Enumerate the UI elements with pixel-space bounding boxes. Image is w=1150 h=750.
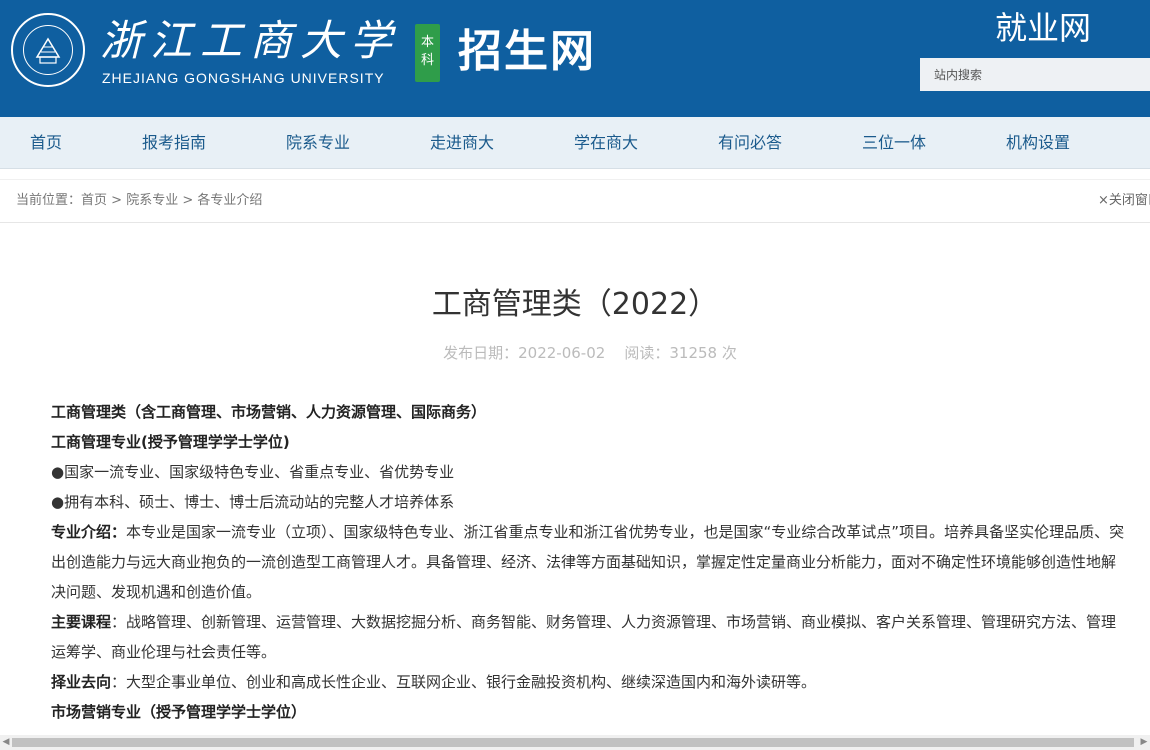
article-title: 工商管理类（2022） <box>431 287 719 322</box>
nav-item-study[interactable]: 学在商大 <box>574 117 638 168</box>
site-name: 招生网 <box>458 26 596 77</box>
content-line: ●拥有本科、硕士、博士、博士后流动站的完整人才培养体系 <box>51 487 1126 517</box>
breadcrumb-departments[interactable]: 院系专业 <box>126 193 178 208</box>
content-line-heading: 择业去向 <box>51 673 112 691</box>
content-line-heading: 专业介绍： <box>51 523 127 541</box>
breadcrumb-current[interactable]: 各专业介绍 <box>197 193 262 208</box>
main-nav: 首页 报考指南 院系专业 走进商大 学在商大 有问必答 三位一体 机构设置 <box>0 117 1150 169</box>
content-line-heading: 主要课程 <box>51 613 112 631</box>
undergraduate-badge: 本科 <box>415 24 440 82</box>
nav-item-about[interactable]: 走进商大 <box>430 117 494 168</box>
content-line: ●国家一流专业、国家级特色专业、省重点专业、省优势专业 <box>51 457 1126 487</box>
content-line-heading: 工商管理类（含工商管理、市场营销、人力资源管理、国际商务） <box>51 403 487 421</box>
nav-item-departments[interactable]: 院系专业 <box>286 117 350 168</box>
content-line-text: ：大型企事业单位、创业和高成长性企业、互联网企业、银行金融投资机构、继续深造国内… <box>111 673 817 691</box>
content-line-heading: 市场营销专业（授予管理学学士学位） <box>51 703 307 721</box>
breadcrumb-separator: > <box>178 193 198 208</box>
breadcrumb-bar: 当前位置：首页 > 院系专业 > 各专业介绍 ×关闭窗口 <box>0 179 1150 223</box>
article-content: 工商管理类（含工商管理、市场营销、人力资源管理、国际商务） 工商管理专业(授予管… <box>51 397 1126 727</box>
content-line: 择业去向：大型企事业单位、创业和高成长性企业、互联网企业、银行金融投资机构、继续… <box>51 667 1126 697</box>
site-header: 浙江工商大学 ZHEJIANG GONGSHANG UNIVERSITY 本科 … <box>0 0 1150 117</box>
scroll-left-arrow-icon[interactable]: ◀ <box>0 735 12 750</box>
content-line-text: ：战略管理、创新管理、运营管理、大数据挖掘分析、商务智能、财务管理、人力资源管理… <box>51 613 1117 661</box>
breadcrumb-prefix: 当前位置： <box>16 193 82 208</box>
article-meta: 发布日期：2022-06-02 阅读：31258 次 <box>443 344 737 362</box>
content-line: 主要课程：战略管理、创新管理、运营管理、大数据挖掘分析、商务智能、财务管理、人力… <box>51 607 1126 667</box>
site-search-input[interactable] <box>920 58 1150 91</box>
content-line: 市场营销专业（授予管理学学士学位） <box>51 697 1126 727</box>
breadcrumb-home[interactable]: 首页 <box>81 193 107 208</box>
content-line: 工商管理专业(授予管理学学士学位) <box>51 427 1126 457</box>
nav-item-organization[interactable]: 机构设置 <box>1006 117 1070 168</box>
jobs-site-link[interactable]: 就业网 <box>995 8 1091 48</box>
content-line-text: ●拥有本科、硕士、博士、博士后流动站的完整人才培养体系 <box>51 493 455 511</box>
university-seal-logo[interactable] <box>11 13 85 87</box>
seal-emblem-icon <box>35 37 61 64</box>
scroll-right-arrow-icon[interactable]: ▶ <box>1138 735 1150 750</box>
content-line-text: ●国家一流专业、国家级特色专业、省重点专业、省优势专业 <box>51 463 455 481</box>
horizontal-scrollbar[interactable]: ◀ ▶ <box>0 735 1150 750</box>
content-line-text: 本专业是国家一流专业（立项）、国家级特色专业、浙江省重点专业和浙江省优势专业，也… <box>51 523 1125 601</box>
university-name-cn: 浙江工商大学 <box>100 16 401 65</box>
breadcrumb: 当前位置：首页 > 院系专业 > 各专业介绍 <box>16 180 262 222</box>
scrollbar-thumb[interactable] <box>12 738 1134 747</box>
nav-item-home[interactable]: 首页 <box>30 117 62 168</box>
breadcrumb-separator: > <box>107 193 127 208</box>
content-line-heading: 工商管理专业(授予管理学学士学位) <box>51 433 290 451</box>
nav-item-faq[interactable]: 有问必答 <box>718 117 782 168</box>
content-line: 工商管理类（含工商管理、市场营销、人力资源管理、国际商务） <box>51 397 1126 427</box>
university-name-en: ZHEJIANG GONGSHANG UNIVERSITY <box>102 70 385 86</box>
nav-item-admission-guide[interactable]: 报考指南 <box>142 117 206 168</box>
close-window-button[interactable]: ×关闭窗口 <box>1098 180 1150 222</box>
content-line: 专业介绍：本专业是国家一流专业（立项）、国家级特色专业、浙江省重点专业和浙江省优… <box>51 517 1126 607</box>
nav-item-three-in-one[interactable]: 三位一体 <box>862 117 926 168</box>
